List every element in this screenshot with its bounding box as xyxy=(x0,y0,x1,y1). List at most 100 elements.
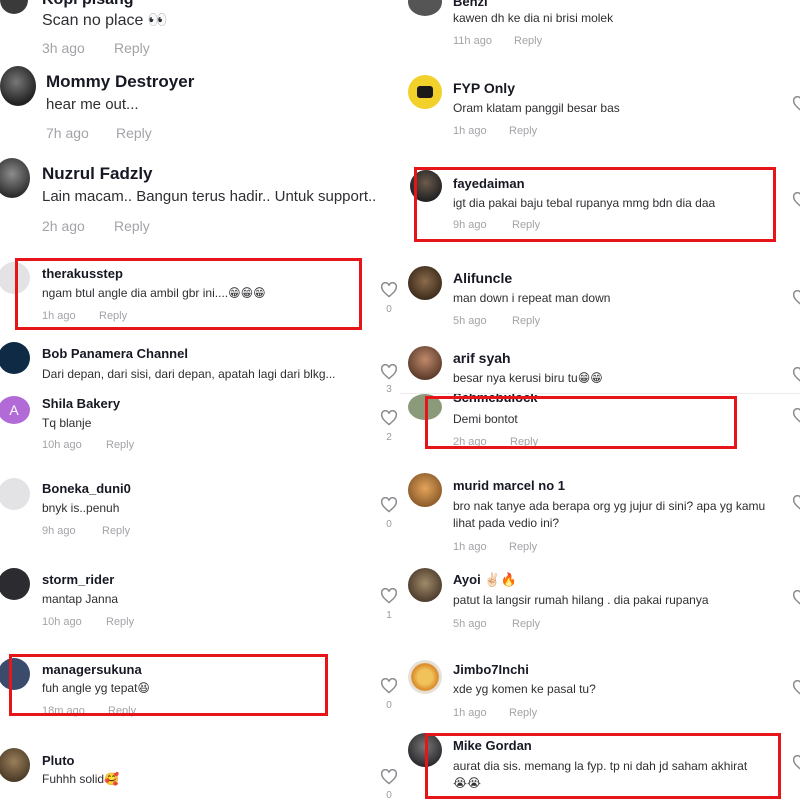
avatar[interactable] xyxy=(408,0,442,16)
heart-icon[interactable] xyxy=(380,769,398,785)
comment-username[interactable]: Ayoi ✌🏻🔥 xyxy=(453,572,517,588)
comment-text: man down i repeat man down xyxy=(453,291,611,305)
reply-button[interactable]: Reply xyxy=(512,618,540,630)
like-count: 0 xyxy=(386,304,392,315)
comment-username[interactable]: FYP Only xyxy=(453,80,515,96)
comment-text: Fuhhh solid🥰 xyxy=(42,772,119,786)
comment-username[interactable]: Kopi pisang xyxy=(42,0,134,9)
heart-icon[interactable] xyxy=(380,588,398,604)
reply-button[interactable]: Reply xyxy=(510,436,538,448)
heart-icon[interactable] xyxy=(792,755,800,771)
avatar[interactable] xyxy=(408,473,442,507)
comment-text: besar nya kerusi biru tu😁😁 xyxy=(453,371,603,385)
comment-text: ngam btul angle dia ambil gbr ini....😁😁😁 xyxy=(42,286,266,300)
reply-button[interactable]: Reply xyxy=(509,541,537,553)
avatar[interactable] xyxy=(0,262,30,294)
comment-username[interactable]: storm_rider xyxy=(42,572,114,587)
heart-icon[interactable] xyxy=(380,410,398,426)
reply-button[interactable]: Reply xyxy=(114,40,150,56)
comment-username[interactable]: Alifuncle xyxy=(453,270,512,286)
avatar[interactable] xyxy=(410,170,442,202)
comment-username[interactable]: Mike Gordan xyxy=(453,738,532,753)
comment-text: xde yg komen ke pasal tu? xyxy=(453,682,596,696)
reply-button[interactable]: Reply xyxy=(106,439,134,451)
avatar[interactable] xyxy=(0,158,30,198)
reply-button[interactable]: Reply xyxy=(509,707,537,719)
comment-username[interactable]: Benzi xyxy=(453,0,488,9)
comment-timestamp: 7h ago xyxy=(46,125,89,141)
heart-icon[interactable] xyxy=(380,282,398,298)
comment-timestamp: 1h ago xyxy=(453,125,487,137)
comment-username[interactable]: Boneka_duni0 xyxy=(42,481,131,496)
reply-button[interactable]: Reply xyxy=(512,219,540,231)
comment-username[interactable]: therakusstep xyxy=(42,266,123,281)
heart-icon[interactable] xyxy=(792,590,800,606)
like-count: 0 xyxy=(386,700,392,711)
heart-icon[interactable] xyxy=(792,367,800,383)
comment-text: hear me out... xyxy=(46,96,139,113)
comment-timestamp: 18m ago xyxy=(42,705,85,717)
reply-button[interactable]: Reply xyxy=(99,310,127,322)
comment-username[interactable]: Schmebulock xyxy=(453,394,538,406)
avatar[interactable] xyxy=(0,568,30,600)
comment-username[interactable]: Jimbo7Inchi xyxy=(453,662,529,677)
comment-username[interactable]: murid marcel no 1 xyxy=(453,478,565,493)
comment-text: Demi bontot xyxy=(453,412,518,426)
like-count: 3 xyxy=(386,384,392,395)
comment-timestamp: 3h ago xyxy=(42,40,85,56)
avatar[interactable] xyxy=(0,748,30,782)
comment-timestamp: 5h ago xyxy=(453,315,487,327)
comment-timestamp: 10h ago xyxy=(42,439,82,451)
left-comment-panel: Kopi pisang Scan no place 👀 3h ago Reply… xyxy=(0,0,400,800)
heart-icon[interactable] xyxy=(792,290,800,306)
comment-username[interactable]: fayedaiman xyxy=(453,176,525,191)
comment-text: kawen dh ke dia ni brisi molek xyxy=(453,11,614,25)
right-comment-panel: Benzi kawen dh ke dia ni brisi molek 11h… xyxy=(400,0,800,800)
comment-username[interactable]: Nuzrul Fadzly xyxy=(42,164,153,184)
avatar[interactable] xyxy=(408,75,442,109)
reply-button[interactable]: Reply xyxy=(102,525,130,537)
comment-text: igt dia pakai baju tebal rupanya mmg bdn… xyxy=(453,196,716,210)
avatar[interactable] xyxy=(408,346,442,380)
avatar[interactable] xyxy=(408,733,442,767)
reply-button[interactable]: Reply xyxy=(106,616,134,628)
comment-text: mantap Janna xyxy=(42,592,119,606)
avatar[interactable] xyxy=(0,478,30,510)
avatar-badge xyxy=(417,86,433,98)
comment-text: fuh angle yg tepat😆 xyxy=(42,681,150,695)
reply-button[interactable]: Reply xyxy=(514,35,542,47)
comment-username[interactable]: arif syah xyxy=(453,350,511,366)
comment-username[interactable]: Shila Bakery xyxy=(42,396,120,411)
comment-text: Lain macam.. Bangun terus hadir.. Untuk … xyxy=(42,188,377,205)
avatar[interactable] xyxy=(0,0,28,14)
avatar[interactable] xyxy=(0,658,30,690)
comment-username[interactable]: Mommy Destroyer xyxy=(46,72,194,92)
reply-button[interactable]: Reply xyxy=(108,705,136,717)
comment-username[interactable]: managersukuna xyxy=(42,662,142,677)
heart-icon[interactable] xyxy=(792,680,800,696)
avatar[interactable] xyxy=(408,660,442,694)
heart-icon[interactable] xyxy=(380,364,398,380)
reply-button[interactable]: Reply xyxy=(509,125,537,137)
avatar[interactable]: A xyxy=(0,396,30,424)
like-count: 0 xyxy=(386,519,392,530)
heart-icon[interactable] xyxy=(792,408,800,424)
heart-icon[interactable] xyxy=(792,96,800,112)
comment-timestamp: 1h ago xyxy=(42,310,76,322)
avatar[interactable] xyxy=(408,266,442,300)
avatar[interactable] xyxy=(408,394,442,420)
avatar[interactable] xyxy=(0,66,36,106)
heart-icon[interactable] xyxy=(380,497,398,513)
reply-button[interactable]: Reply xyxy=(512,315,540,327)
heart-icon[interactable] xyxy=(792,192,800,208)
comment-timestamp: 9h ago xyxy=(453,219,487,231)
reply-button[interactable]: Reply xyxy=(114,218,150,234)
comment-timestamp: 1h ago xyxy=(453,541,487,553)
avatar[interactable] xyxy=(408,568,442,602)
heart-icon[interactable] xyxy=(380,678,398,694)
heart-icon[interactable] xyxy=(792,495,800,511)
comment-username[interactable]: Bob Panamera Channel xyxy=(42,346,188,361)
reply-button[interactable]: Reply xyxy=(116,125,152,141)
comment-username[interactable]: Pluto xyxy=(42,753,75,768)
avatar[interactable] xyxy=(0,342,30,374)
